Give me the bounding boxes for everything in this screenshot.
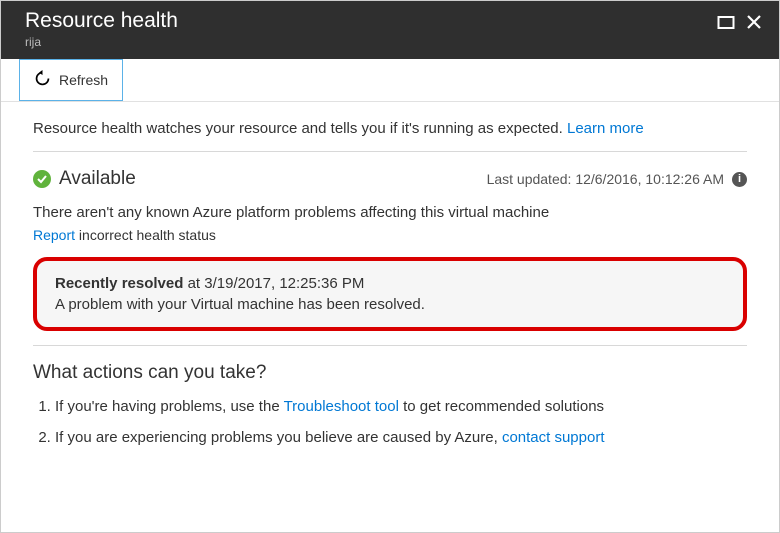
- info-icon[interactable]: i: [732, 172, 747, 187]
- intro-text: Resource health watches your resource an…: [33, 120, 747, 137]
- learn-more-link[interactable]: Learn more: [567, 120, 644, 137]
- status-description: There aren't any known Azure platform pr…: [33, 204, 747, 221]
- close-icon[interactable]: [745, 13, 763, 31]
- contact-support-link[interactable]: contact support: [502, 429, 605, 446]
- refresh-button[interactable]: Refresh: [19, 59, 123, 101]
- resolved-message: A problem with your Virtual machine has …: [55, 296, 725, 313]
- blade-header: Resource health rija: [1, 1, 779, 59]
- status-row: Available Last updated: 12/6/2016, 10:12…: [33, 168, 747, 190]
- status-left: Available: [33, 168, 136, 190]
- status-title: Available: [59, 168, 136, 190]
- refresh-label: Refresh: [59, 72, 108, 88]
- resolved-at: at 3/19/2017, 12:25:36 PM: [183, 275, 364, 292]
- report-rest: incorrect health status: [75, 227, 216, 243]
- status-right: Last updated: 12/6/2016, 10:12:26 AM i: [487, 171, 747, 187]
- resolved-header: Recently resolved at 3/19/2017, 12:25:36…: [55, 275, 725, 292]
- report-link[interactable]: Report: [33, 227, 75, 243]
- blade-title: Resource health: [25, 9, 178, 33]
- check-circle-icon: [33, 170, 51, 188]
- actions-list: If you're having problems, use the Troub…: [55, 398, 747, 446]
- refresh-icon: [34, 70, 51, 90]
- last-updated: Last updated: 12/6/2016, 10:12:26 AM: [487, 171, 724, 187]
- resolved-label: Recently resolved: [55, 275, 183, 292]
- recently-resolved-callout: Recently resolved at 3/19/2017, 12:25:36…: [33, 257, 747, 331]
- actions-title: What actions can you take?: [33, 362, 747, 384]
- report-line: Report incorrect health status: [33, 227, 747, 243]
- maximize-icon[interactable]: [717, 13, 735, 31]
- troubleshoot-tool-link[interactable]: Troubleshoot tool: [284, 398, 399, 415]
- header-titles: Resource health rija: [25, 9, 178, 49]
- content-area: Resource health watches your resource an…: [1, 102, 779, 446]
- divider: [33, 345, 747, 346]
- intro-body: Resource health watches your resource an…: [33, 120, 567, 137]
- window-controls: [717, 13, 763, 31]
- toolbar: Refresh: [1, 59, 779, 102]
- list-item: If you are experiencing problems you bel…: [55, 429, 747, 446]
- blade-subtitle: rija: [25, 35, 178, 49]
- list-item: If you're having problems, use the Troub…: [55, 398, 747, 415]
- divider: [33, 151, 747, 152]
